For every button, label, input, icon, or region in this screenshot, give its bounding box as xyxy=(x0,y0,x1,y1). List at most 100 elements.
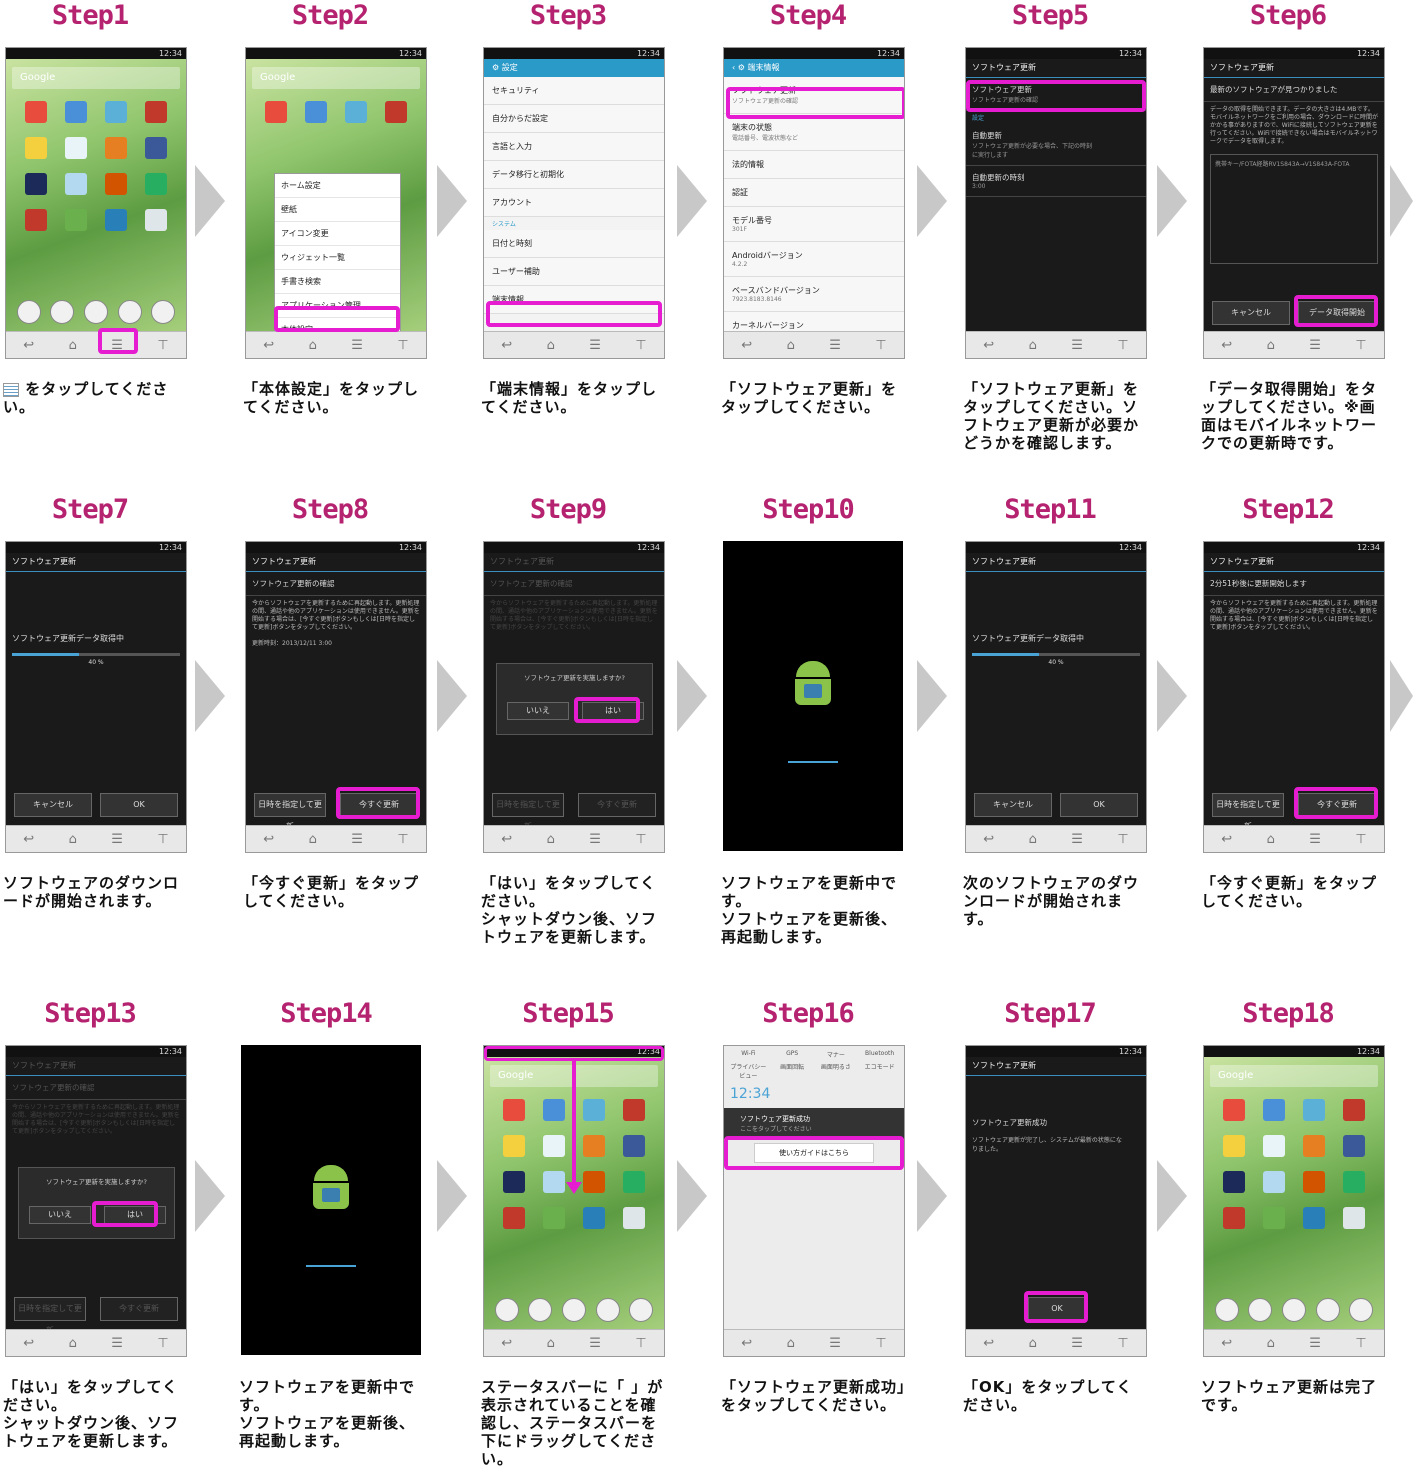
notification-pull-icon[interactable]: ⊤ xyxy=(1117,338,1128,353)
facebook-icon[interactable] xyxy=(1343,1135,1365,1157)
home-icon[interactable]: ⌂ xyxy=(547,832,555,847)
music-icon[interactable] xyxy=(105,137,127,159)
menu-icon[interactable]: ☰ xyxy=(1071,1336,1083,1351)
app-icon[interactable] xyxy=(305,101,327,123)
play-store-icon[interactable] xyxy=(1343,1207,1365,1229)
box-icon[interactable] xyxy=(105,209,127,231)
home-icon[interactable]: ⌂ xyxy=(787,1336,795,1351)
notification-pull-icon[interactable]: ⊤ xyxy=(1117,1336,1128,1351)
youtube-icon[interactable] xyxy=(1343,1099,1365,1121)
home-icon[interactable]: ⌂ xyxy=(1029,338,1037,353)
back-icon[interactable]: ↩ xyxy=(501,832,512,847)
browser-icon[interactable] xyxy=(629,1298,654,1322)
memo-icon[interactable] xyxy=(25,137,47,159)
schedule-button[interactable]: 日時を指定して更新 xyxy=(1212,793,1284,831)
auto-update-item[interactable]: 自動更新 ソフトウェア更新が必要な場合、下記の時刻に実行します xyxy=(966,124,1146,166)
notification-pull-icon[interactable]: ⊤ xyxy=(397,338,408,353)
phone-icon[interactable] xyxy=(1248,1298,1273,1322)
home-icon[interactable]: ⌂ xyxy=(547,338,555,353)
qs-manner[interactable]: マナー xyxy=(816,1050,857,1059)
notification-pull-icon[interactable]: ⊤ xyxy=(635,1336,646,1351)
yahoo-icon[interactable] xyxy=(503,1207,525,1229)
notification-pull-icon[interactable]: ⊤ xyxy=(875,1336,886,1351)
menu-icon[interactable]: ☰ xyxy=(111,1336,123,1351)
music-icon[interactable] xyxy=(583,1135,605,1157)
google-search-bar[interactable]: Google xyxy=(12,67,180,89)
back-icon[interactable]: ↩ xyxy=(1221,1336,1232,1351)
photo-icon[interactable] xyxy=(623,1171,645,1193)
menu-icon[interactable]: ☰ xyxy=(829,1336,841,1351)
settings-item[interactable]: 言語と入力 xyxy=(484,133,664,161)
map-icon[interactable] xyxy=(1263,1207,1285,1229)
notification-pull-icon[interactable]: ⊤ xyxy=(1355,1336,1366,1351)
settings-item[interactable]: セキュリティ xyxy=(484,77,664,105)
home-icon[interactable]: ⌂ xyxy=(1029,832,1037,847)
google-search-bar[interactable]: Google xyxy=(252,67,420,89)
notification-pull-icon[interactable]: ⊤ xyxy=(397,832,408,847)
menu-icon[interactable]: ☰ xyxy=(1309,1336,1321,1351)
home-icon[interactable]: ⌂ xyxy=(547,1336,555,1351)
settings-item[interactable]: ユーザー補助 xyxy=(484,258,664,286)
uula-icon[interactable] xyxy=(503,1171,525,1193)
map-icon[interactable] xyxy=(543,1207,565,1229)
uula-icon[interactable] xyxy=(25,173,47,195)
menu-icon[interactable]: ☰ xyxy=(589,338,601,353)
notification-pull-icon[interactable]: ⊤ xyxy=(635,832,646,847)
calendar-icon[interactable] xyxy=(1223,1099,1245,1121)
menu-icon[interactable]: ☰ xyxy=(1309,338,1321,353)
notification-pull-icon[interactable]: ⊤ xyxy=(1117,832,1128,847)
facebook-icon[interactable] xyxy=(145,137,167,159)
home-icon[interactable]: ⌂ xyxy=(69,338,77,353)
qs-eco[interactable]: エコモード xyxy=(859,1062,900,1080)
gallery-icon[interactable] xyxy=(583,1099,605,1121)
back-icon[interactable]: ↩ xyxy=(263,832,274,847)
back-icon[interactable]: ↩ xyxy=(1221,832,1232,847)
play-store-icon[interactable] xyxy=(623,1207,645,1229)
facebook-icon[interactable] xyxy=(623,1135,645,1157)
home-icon[interactable]: ⌂ xyxy=(69,832,77,847)
youtube-icon[interactable] xyxy=(145,101,167,123)
app-icon[interactable] xyxy=(65,101,87,123)
cancel-button[interactable]: キャンセル xyxy=(14,793,92,817)
gallery-icon[interactable] xyxy=(1303,1099,1325,1121)
gallery-icon[interactable] xyxy=(105,101,127,123)
camera-icon[interactable] xyxy=(494,1298,519,1322)
clock-icon[interactable] xyxy=(1263,1135,1285,1157)
qs-privacy[interactable]: プライバシービュー xyxy=(728,1062,769,1080)
notification-pull-icon[interactable]: ⊤ xyxy=(875,338,886,353)
qs-brightness[interactable]: 画面明るさ xyxy=(816,1062,857,1080)
menu-item[interactable]: ウィジェット一覧 xyxy=(275,246,400,270)
back-icon[interactable]: ↩ xyxy=(741,338,752,353)
back-icon[interactable]: ↩ xyxy=(983,338,994,353)
back-icon[interactable]: ↩ xyxy=(983,1336,994,1351)
menu-icon[interactable]: ☰ xyxy=(1071,832,1083,847)
notification-pull-icon[interactable]: ⊤ xyxy=(157,1336,168,1351)
notification-pull-icon[interactable]: ⊤ xyxy=(157,338,168,353)
menu-item[interactable]: ホーム設定 xyxy=(275,174,400,198)
browser-icon[interactable] xyxy=(151,300,176,324)
app-icon[interactable] xyxy=(1263,1099,1285,1121)
schedule-button[interactable]: 日時を指定して更新 xyxy=(254,793,326,831)
menu-icon[interactable]: ☰ xyxy=(351,832,363,847)
youtube-icon[interactable] xyxy=(623,1099,645,1121)
photo-icon[interactable] xyxy=(145,173,167,195)
menu-item[interactable]: アイコン変更 xyxy=(275,222,400,246)
home-icon[interactable]: ⌂ xyxy=(1029,1336,1037,1351)
menu-item[interactable]: 壁紙 xyxy=(275,198,400,222)
mail-icon[interactable] xyxy=(1315,1298,1340,1322)
notification-pull-icon[interactable]: ⊤ xyxy=(635,338,646,353)
phone-icon[interactable] xyxy=(528,1298,553,1322)
box-icon[interactable] xyxy=(1303,1207,1325,1229)
qs-gps[interactable]: GPS xyxy=(772,1050,813,1059)
home-icon[interactable]: ⌂ xyxy=(787,338,795,353)
cancel-button[interactable]: キャンセル xyxy=(974,793,1052,817)
menu-icon[interactable]: ☰ xyxy=(351,338,363,353)
yahoo-icon[interactable] xyxy=(1223,1207,1245,1229)
camera-icon[interactable] xyxy=(16,300,41,324)
apps-icon[interactable] xyxy=(561,1298,586,1322)
browser-icon[interactable] xyxy=(1349,1298,1374,1322)
back-icon[interactable]: ↩ xyxy=(1221,338,1232,353)
ok-button[interactable]: OK xyxy=(1060,793,1138,817)
apps-icon[interactable] xyxy=(1281,1298,1306,1322)
no-button[interactable]: いいえ xyxy=(29,1206,91,1224)
